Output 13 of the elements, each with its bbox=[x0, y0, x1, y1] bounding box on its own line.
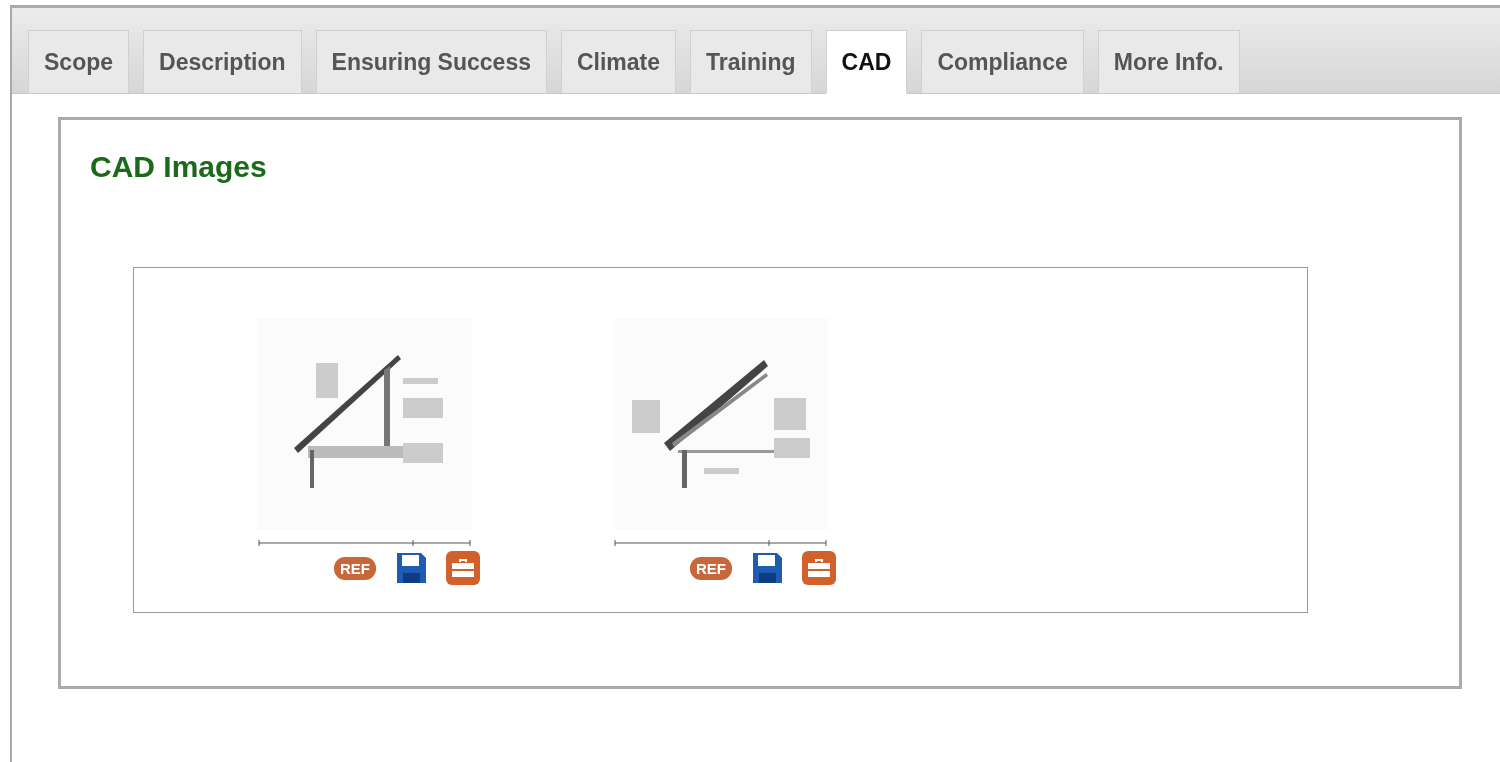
tab[interactable]: More Info. bbox=[1097, 30, 1240, 94]
tab[interactable]: Compliance bbox=[921, 30, 1084, 94]
tab[interactable]: Scope bbox=[28, 30, 130, 94]
tab[interactable]: Ensuring Success bbox=[315, 30, 547, 94]
briefcase-icon[interactable] bbox=[802, 551, 836, 585]
tab[interactable]: Climate bbox=[561, 30, 677, 94]
briefcase-icon[interactable] bbox=[446, 551, 480, 585]
ref-badge[interactable]: REF bbox=[334, 556, 376, 580]
tab[interactable]: Description bbox=[143, 30, 302, 94]
ref-badge[interactable]: REF bbox=[690, 556, 732, 580]
tab[interactable]: Training bbox=[690, 30, 812, 94]
tab[interactable]: CAD bbox=[825, 30, 908, 94]
section-title: CAD Images bbox=[90, 150, 268, 184]
